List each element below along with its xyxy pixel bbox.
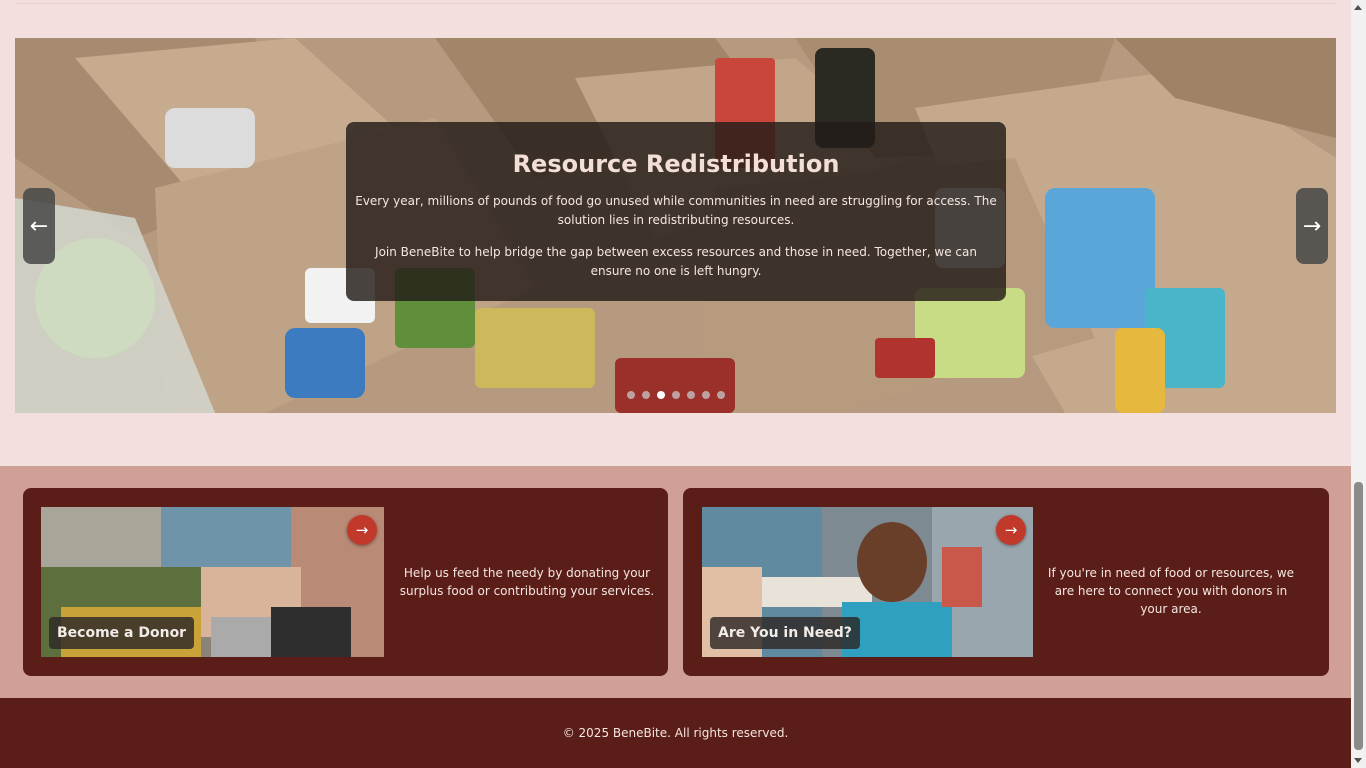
donor-card-arrow-icon[interactable]: →: [347, 515, 377, 545]
arrow-right-icon: →: [1302, 213, 1322, 239]
scroll-down-arrow-icon[interactable]: [1354, 758, 1362, 763]
top-divider: [15, 3, 1336, 4]
carousel-indicator-4[interactable]: [672, 391, 680, 399]
carousel-indicator-2[interactable]: [642, 391, 650, 399]
cta-cards-section: → Become a Donor Help us feed the needy …: [0, 466, 1351, 698]
carousel-indicator-7[interactable]: [717, 391, 725, 399]
carousel-indicator-3[interactable]: [657, 391, 665, 399]
page-scrollbar[interactable]: [1351, 0, 1366, 768]
scrollbar-thumb[interactable]: [1354, 482, 1363, 750]
arrow-left-icon: ←: [29, 213, 49, 239]
donor-card-text: Help us feed the needy by donating your …: [399, 566, 655, 598]
carousel-indicator-1[interactable]: [627, 391, 635, 399]
footer-copyright: © 2025 BeneBite. All rights reserved.: [562, 726, 789, 740]
donor-card: → Become a Donor Help us feed the needy …: [23, 488, 668, 676]
carousel-paragraph-2: Join BeneBite to help bridge the gap bet…: [375, 245, 977, 278]
need-card: → Are You in Need? If you're in need of …: [683, 488, 1329, 676]
need-card-arrow-icon[interactable]: →: [996, 515, 1026, 545]
donor-card-label[interactable]: Become a Donor: [49, 617, 195, 649]
page: Resource Redistribution Every year, mill…: [0, 0, 1351, 768]
need-card-label[interactable]: Are You in Need?: [710, 617, 860, 649]
carousel-indicator-5[interactable]: [687, 391, 695, 399]
carousel-title: Resource Redistribution: [512, 150, 840, 178]
need-card-text: If you're in need of food or resources, …: [1047, 566, 1295, 616]
scroll-up-arrow-icon[interactable]: [1354, 5, 1362, 10]
carousel-indicator-6[interactable]: [702, 391, 710, 399]
donor-card-image-link[interactable]: → Become a Donor: [41, 507, 384, 657]
carousel-prev-button[interactable]: ←: [23, 188, 55, 264]
need-card-image-link[interactable]: → Are You in Need?: [702, 507, 1033, 657]
carousel-next-button[interactable]: →: [1296, 188, 1328, 264]
hero-carousel: Resource Redistribution Every year, mill…: [15, 38, 1336, 413]
carousel-paragraph-1: Every year, millions of pounds of food g…: [355, 194, 997, 227]
carousel-indicators: [627, 391, 725, 399]
footer: © 2025 BeneBite. All rights reserved.: [0, 698, 1351, 768]
carousel-caption: Resource Redistribution Every year, mill…: [346, 122, 1006, 301]
